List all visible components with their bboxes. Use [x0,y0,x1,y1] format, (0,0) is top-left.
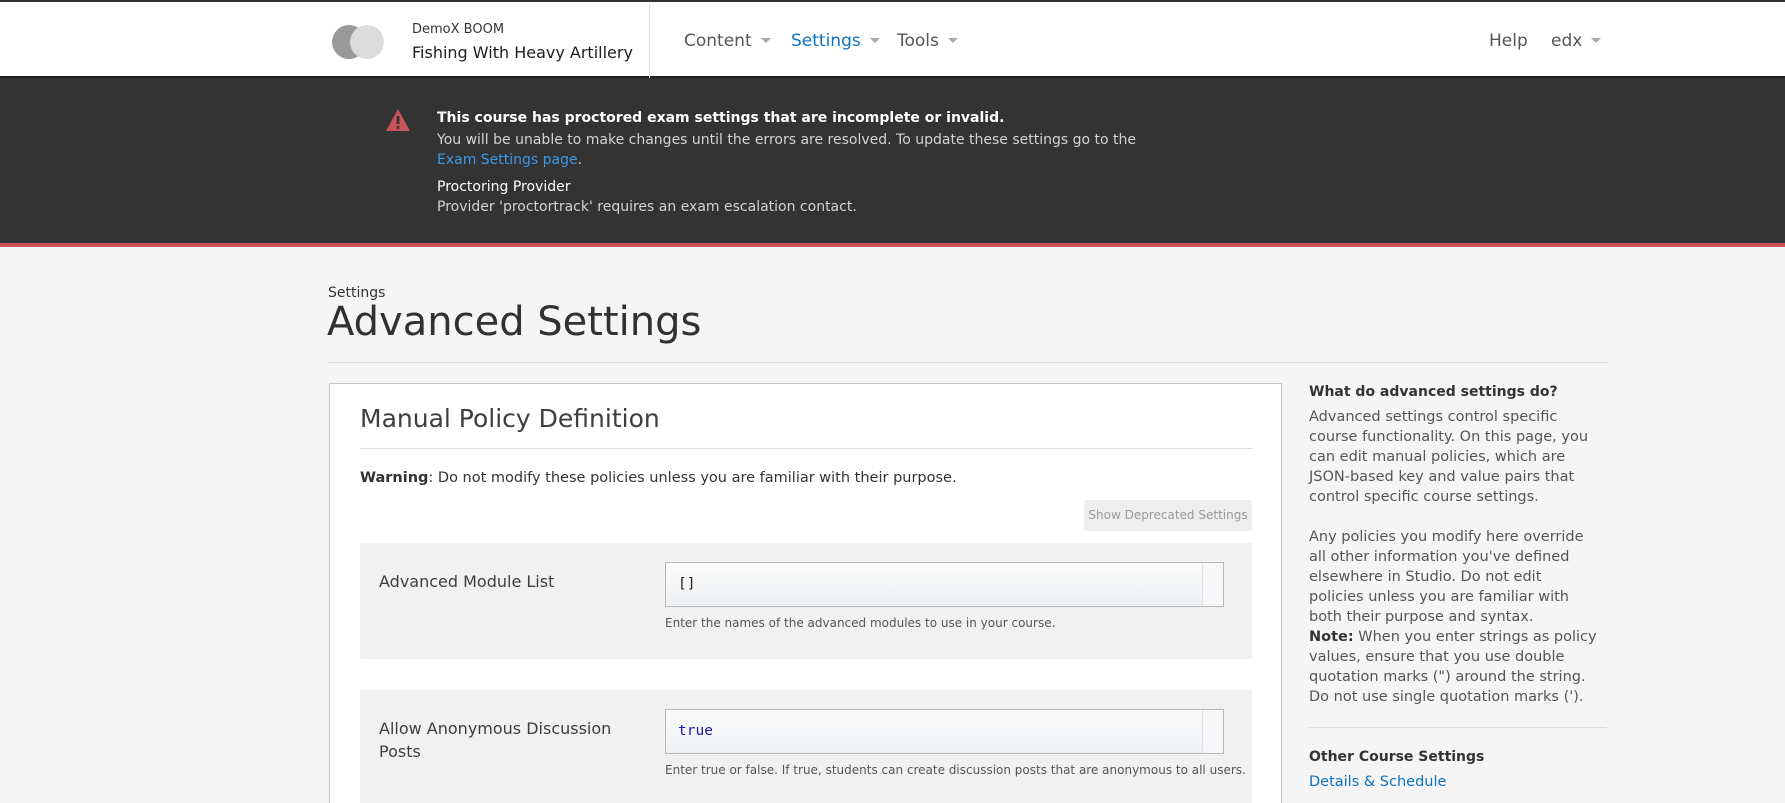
nav-settings-menu[interactable]: Settings [791,31,880,51]
help-link[interactable]: Help [1489,31,1528,51]
input-scrollbar[interactable] [1202,710,1223,753]
field-label: Allow Anonymous Discussion Posts [379,719,612,761]
policy-row: Advanced Module List [] Enter the names … [360,543,1252,659]
warning-text: : Do not modify these policies unless yo… [428,470,957,486]
other-settings-heading: Other Course Settings [1309,749,1485,765]
allow-anonymous-posts-input[interactable]: true [665,709,1224,754]
chevron-down-icon [947,38,958,43]
proctoring-alert: This course has proctored exam settings … [0,78,1785,247]
field-value: [] [678,576,696,592]
nav-settings-label: Settings [791,31,861,51]
chevron-down-icon [869,38,880,43]
user-name: edx [1551,31,1583,51]
field-value: true [678,723,713,739]
chevron-down-icon [760,38,771,43]
sidebar-paragraph: Advanced settings control specific cours… [1309,409,1589,505]
alert-subtitle: Proctoring Provider [437,179,571,195]
exam-settings-link[interactable]: Exam Settings page [437,152,578,168]
policy-row: Allow Anonymous Discussion Posts true En… [360,690,1252,803]
policy-card: Manual Policy Definition Warning: Do not… [329,383,1282,803]
user-menu[interactable]: edx [1551,31,1602,51]
section-divider [360,448,1252,449]
header-divider [649,4,650,78]
field-help: Enter the names of the advanced modules … [665,616,1056,630]
policy-warning: Warning: Do not modify these policies un… [360,470,957,486]
field-help: Enter true or false. If true, students c… [665,763,1246,777]
course-title[interactable]: Fishing With Heavy Artillery [412,43,633,62]
title-divider [328,362,1608,363]
section-title: Manual Policy Definition [360,404,660,433]
note-label: Note: [1309,629,1354,645]
sidebar-heading: What do advanced settings do? [1309,384,1558,400]
chevron-down-icon [1591,38,1602,43]
sidebar-note: Note: When you enter strings as policy v… [1309,627,1599,707]
warning-label: Warning [360,470,429,486]
alert-message: You will be unable to make changes until… [437,130,1137,170]
alert-sub-message: Provider 'proctortrack' requires an exam… [437,199,857,215]
nav-content-menu[interactable]: Content [684,31,771,51]
nav-content-label: Content [684,31,752,51]
alert-title: This course has proctored exam settings … [437,110,1005,126]
show-deprecated-button[interactable]: Show Deprecated Settings [1084,500,1252,531]
studio-logo-icon[interactable] [332,25,386,59]
alert-message-text: You will be unable to make changes until… [437,132,1137,148]
top-header: DemoX BOOM Fishing With Heavy Artillery … [0,0,1785,78]
field-label: Advanced Module List [379,572,555,591]
input-scrollbar[interactable] [1202,563,1223,606]
details-schedule-link[interactable]: Details & Schedule [1309,774,1446,790]
advanced-module-list-input[interactable]: [] [665,562,1224,607]
sidebar-divider [1309,727,1607,728]
page-title: Advanced Settings [327,299,702,345]
sidebar-paragraph: Any policies you modify here override al… [1309,529,1584,625]
nav-tools-label: Tools [897,31,939,51]
course-org: DemoX BOOM [412,22,505,37]
alert-message-end: . [577,152,583,168]
warning-triangle-icon [386,109,410,131]
nav-tools-menu[interactable]: Tools [897,31,958,51]
